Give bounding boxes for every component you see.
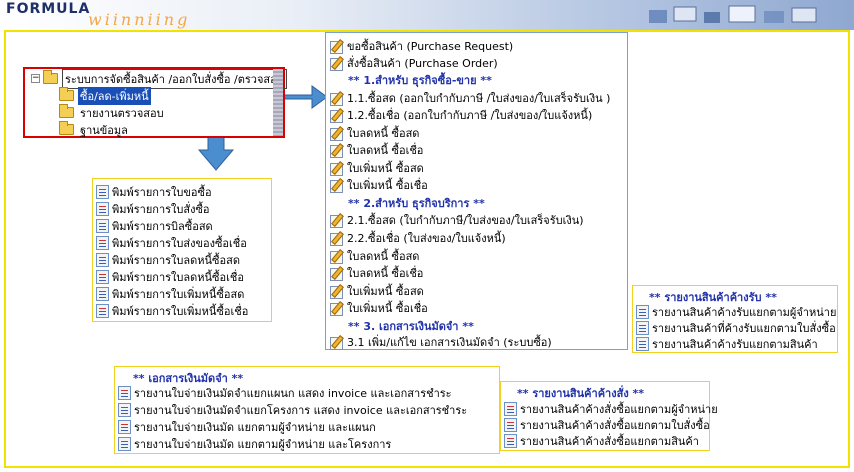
report-icon: [96, 253, 109, 267]
menu-item[interactable]: 2.2.ซื้อเชื่อ (ใบส่งของ/ใบแจ้งหนี้): [329, 229, 506, 247]
menu-item[interactable]: สั่งซื้อสินค้า (Purchase Order): [329, 54, 498, 72]
menu-item[interactable]: ใบเพิ่มหนี้ ซื้อเชื่อ: [329, 176, 428, 194]
menu-item[interactable]: ใบลดหนี้ ซื้อสด: [329, 124, 419, 142]
edit-doc-icon: [329, 56, 344, 71]
edit-doc-icon: [329, 266, 344, 281]
report-icon: [96, 202, 109, 216]
report-item[interactable]: รายงานสินค้าค้างรับแยกตามสินค้า: [636, 335, 818, 353]
system-tree: − ระบบการจัดซื้อสินค้า /ออกใบสั่งซื้อ /ต…: [23, 67, 287, 138]
section-title-trading: ** 1.สำหรับ ธุรกิจซื้อ-ขาย **: [348, 74, 492, 87]
menu-item[interactable]: 3.1 เพิ่ม/แก้ไข เอกสารเงินมัดจำ (ระบบซื้…: [329, 333, 552, 351]
report-item[interactable]: พิมพ์รายการใบลดหนี้ซื้อเชื่อ: [96, 268, 244, 286]
report-item[interactable]: พิมพ์รายการใบลดหนี้ซื้อสด: [96, 251, 240, 269]
report-item[interactable]: พิมพ์รายการใบสั่งซื้อ: [96, 200, 210, 218]
tree-item-label: ฐานข้อมูล: [80, 123, 128, 137]
report-icon: [96, 270, 109, 284]
report-item[interactable]: พิมพ์รายการใบเพิ่มหนี้ซื้อสด: [96, 285, 244, 303]
report-item[interactable]: พิมพ์รายการบิลซื้อสด: [96, 217, 213, 235]
folder-icon: [59, 87, 74, 101]
report-item[interactable]: พิมพ์รายการใบส่งของซื้อเชื่อ: [96, 234, 247, 252]
tree-scrollbar[interactable]: [273, 69, 283, 136]
report-icon: [636, 321, 649, 335]
edit-doc-icon: [329, 39, 344, 54]
menu-item[interactable]: ใบลดหนี้ ซื้อสด: [329, 247, 419, 265]
report-item[interactable]: รายงานใบจ่ายเงินมัด แยกตามผู้จำหน่าย และ…: [118, 418, 376, 436]
menu-item[interactable]: ใบเพิ่มหนี้ ซื้อเชื่อ: [329, 299, 428, 317]
report-item[interactable]: รายงานสินค้าค้างสั่งซื้อแยกตามสินค้า: [504, 432, 699, 450]
tree-item-label: ซื้อ/ลด-เพิ่มหนี้: [78, 86, 151, 105]
edit-doc-icon: [329, 335, 344, 350]
edit-doc-icon: [329, 284, 344, 299]
report-icon: [96, 287, 109, 301]
tree-item-database[interactable]: ฐานข้อมูล: [59, 121, 130, 138]
report-icon: [504, 434, 517, 448]
folder-icon: [59, 104, 74, 118]
report-icon: [636, 305, 649, 319]
edit-doc-icon: [329, 91, 344, 106]
brand-logo-formula: FORMULA: [6, 1, 91, 17]
report-item[interactable]: พิมพ์รายการใบขอซื้อ: [96, 183, 212, 201]
edit-doc-icon: [329, 231, 344, 246]
report-icon: [96, 304, 109, 318]
report-icon: [636, 337, 649, 351]
edit-doc-icon: [329, 213, 344, 228]
tree-item-audit-reports[interactable]: รายงานตรวจสอบ: [59, 104, 166, 121]
report-icon: [118, 437, 131, 451]
pending-order-panel: ** รายงานสินค้าค้างสั่ง ** รายงานสินค้าค…: [500, 381, 718, 451]
menu-item[interactable]: ใบลดหนี้ ซื้อเชื่อ: [329, 264, 423, 282]
brand-logo-winning: wiinniing: [88, 10, 191, 29]
menu-item[interactable]: 1.2.ซื้อเชื่อ (ออกใบกำกับภาษี /ใบส่งของ/…: [329, 106, 592, 124]
report-icon: [504, 418, 517, 432]
report-item[interactable]: รายงานใบจ่ายเงินมัดจำแยกโครงการ แสดง inv…: [118, 401, 467, 419]
section-title-service: ** 2.สำหรับ ธุรกิจบริการ **: [348, 197, 485, 210]
print-reports-panel: พิมพ์รายการใบขอซื้อ พิมพ์รายการใบสั่งซื้…: [92, 178, 272, 322]
report-item[interactable]: รายงานใบจ่ายเงินมัดจำแยกแผนก แสดง invoic…: [118, 384, 452, 402]
header-banner: FORMULA wiinniing: [0, 0, 854, 30]
edit-doc-icon: [329, 161, 344, 176]
menu-item[interactable]: 2.1.ซื้อสด (ใบกำกับภาษี/ใบส่งของ/ใบเสร็จ…: [329, 211, 584, 229]
report-icon: [96, 236, 109, 250]
header-decoration-icon: [649, 5, 817, 23]
edit-doc-icon: [329, 143, 344, 158]
folder-icon: [43, 70, 58, 84]
report-item[interactable]: พิมพ์รายการใบเพิ่มหนี้ซื้อเชื่อ: [96, 302, 248, 320]
report-icon: [504, 402, 517, 416]
collapse-icon[interactable]: −: [31, 74, 40, 83]
report-icon: [96, 219, 109, 233]
report-icon: [96, 185, 109, 199]
report-icon: [118, 420, 131, 434]
tree-root-label: ระบบการจัดซื้อสินค้า /ออกใบสั่งซื้อ /ตรว…: [62, 68, 287, 89]
edit-doc-icon: [329, 249, 344, 264]
report-icon: [118, 403, 131, 417]
purchase-menu-panel: ขอซื้อสินค้า (Purchase Request) สั่งซื้อ…: [325, 32, 628, 350]
menu-item[interactable]: ใบเพิ่มหนี้ ซื้อสด: [329, 159, 424, 177]
menu-item[interactable]: ใบลดหนี้ ซื้อเชื่อ: [329, 141, 423, 159]
edit-doc-icon: [329, 126, 344, 141]
report-icon: [118, 386, 131, 400]
tree-root[interactable]: − ระบบการจัดซื้อสินค้า /ออกใบสั่งซื้อ /ต…: [31, 68, 287, 89]
report-item[interactable]: รายงานใบจ่ายเงินมัด แยกตามผู้จำหน่าย และ…: [118, 435, 391, 453]
tree-item-label: รายงานตรวจสอบ: [80, 106, 164, 120]
menu-item[interactable]: ขอซื้อสินค้า (Purchase Request): [329, 37, 513, 55]
folder-icon: [59, 121, 74, 135]
deposit-docs-panel: ** เอกสารเงินมัดจำ ** รายงานใบจ่ายเงินมั…: [114, 366, 500, 454]
edit-doc-icon: [329, 178, 344, 193]
edit-doc-icon: [329, 108, 344, 123]
edit-doc-icon: [329, 301, 344, 316]
menu-item[interactable]: ใบเพิ่มหนี้ ซื้อสด: [329, 282, 424, 300]
tree-item-purchase[interactable]: ซื้อ/ลด-เพิ่มหนี้: [59, 86, 151, 105]
menu-item[interactable]: 1.1.ซื้อสด (ออกใบกำกับภาษี /ใบส่งของ/ใบเ…: [329, 89, 610, 107]
pending-receipt-panel: ** รายงานสินค้าค้างรับ ** รายงานสินค้าค้…: [632, 285, 838, 353]
